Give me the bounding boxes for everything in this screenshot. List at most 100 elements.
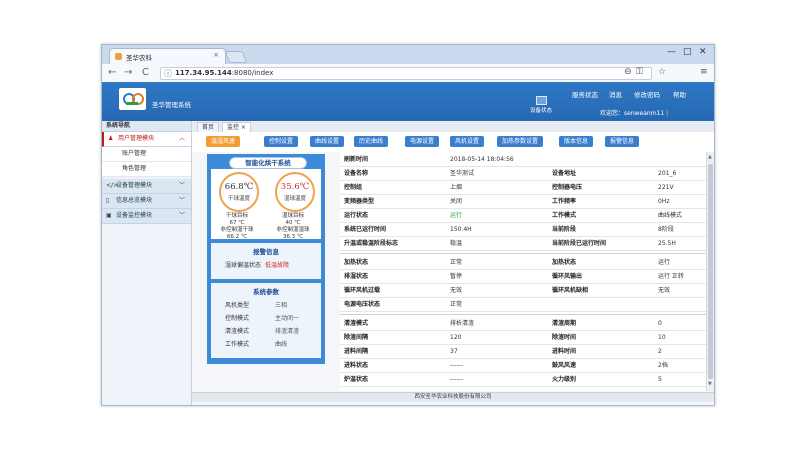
- table-cell-value: 221V: [658, 184, 674, 191]
- system-params-box: 系统参数 风机类型 三相 控制模式 主动闭一 清渣模式 排渣清渣 工作模式 曲线: [211, 283, 321, 358]
- wet-bulb-target-value: 40 ℃: [285, 220, 301, 226]
- sidebar-group-label: 设备管理模块: [116, 182, 153, 189]
- param-key: 控制模式: [225, 315, 250, 322]
- dry-bulb-gauge: 66.8℃ 干球温度: [219, 172, 259, 212]
- browser-tab[interactable]: 圣华农科 ×: [109, 48, 226, 65]
- device-status-button[interactable]: 设备状态: [524, 96, 558, 114]
- header-link-change-password[interactable]: 修改密码: [634, 89, 660, 99]
- scroll-thumb[interactable]: [708, 164, 713, 379]
- close-window-icon[interactable]: ✕: [699, 47, 707, 57]
- table-cell-label: 工作频率: [552, 198, 577, 205]
- params-title: 系统参数: [253, 288, 279, 296]
- dry-bulb-target-value: 67 ℃: [229, 220, 245, 226]
- table-cell-value: 201_6: [658, 170, 677, 177]
- table-cell-label: 系统已运行时间: [344, 226, 387, 233]
- panel-title: 智能化烘干系统: [229, 157, 307, 169]
- table-row: 变频器类型 关闭 工作频率 0Hz: [340, 196, 706, 209]
- reload-icon[interactable]: C: [142, 67, 149, 78]
- logout-separator: |: [666, 110, 669, 117]
- sidebar-group-device-management[interactable]: </>设备管理模块 ﹀: [102, 179, 191, 194]
- main-content: 首页 监控 × 温湿风速 控制设置 曲线设置 历史曲线 电源设置 风机设置 加热…: [192, 121, 714, 405]
- table-cell-value: 正常: [450, 259, 463, 266]
- mobile-icon: ▯: [106, 197, 110, 204]
- toolbar-button-temp-humidity[interactable]: 温湿风速: [206, 136, 241, 147]
- toolbar-button-version-info[interactable]: 版本信息: [559, 136, 594, 147]
- site-info-icon[interactable]: ⓘ: [164, 68, 172, 79]
- header-link-messages[interactable]: 消息: [609, 89, 622, 99]
- welcome-text: 欢迎您：senweanm11 |: [600, 108, 668, 117]
- sidebar-item-role-management[interactable]: 角色管理: [102, 162, 191, 177]
- table-cell-label: 当前阶段已运行时间: [552, 240, 607, 247]
- new-tab-button[interactable]: [224, 51, 248, 63]
- page-footer: 西安圣华农业科技股份有限公司: [192, 392, 714, 402]
- browser-menu-icon[interactable]: ≡: [700, 67, 708, 77]
- table-cell-value: 正常: [450, 301, 463, 308]
- key-icon[interactable]: ⚿: [636, 67, 643, 77]
- table-cell-value: 上烟: [450, 184, 463, 191]
- param-value: 排渣清渣: [275, 328, 300, 335]
- table-cell-label: 控制组: [344, 184, 363, 191]
- toolbar-button-history-curve[interactable]: 历史曲线: [354, 136, 389, 147]
- header-link-help[interactable]: 帮助: [673, 89, 686, 99]
- table-cell-label: 变频器类型: [344, 198, 375, 205]
- chevron-down-icon: ﹀: [178, 197, 185, 204]
- table-row: 刷新时间 2018-05-14 18:04:56: [340, 154, 706, 167]
- table-cell-value: 运行 正转: [658, 273, 684, 280]
- table-cell-value: 0Hz: [658, 198, 670, 205]
- table-cell-label: 除渣间隔: [344, 334, 369, 341]
- table-cell-value: ------: [450, 376, 463, 383]
- dry-bulb-target-label: 干球目标: [225, 213, 248, 219]
- forward-icon[interactable]: →: [124, 67, 132, 78]
- table-cell-label: 控制器电压: [552, 184, 583, 191]
- sidebar-group-info-overview[interactable]: ▯ 信息总览模块 ﹀: [102, 194, 191, 209]
- table-cell-label: 循环风输出: [552, 273, 583, 280]
- wet-bulb-value: 35.6℃: [280, 182, 310, 192]
- maximize-icon[interactable]: □: [683, 47, 692, 57]
- table-cell-value: 运行: [658, 259, 671, 266]
- table-row: 电源电压状态 正常: [340, 299, 706, 312]
- minimize-icon[interactable]: —: [667, 47, 676, 57]
- table-cell-label: 设备名称: [344, 170, 369, 177]
- table-row: 升温或稳温阶段标志 稳温 当前阶段已运行时间 25.5H: [340, 238, 706, 251]
- sidebar-item-account-management[interactable]: 账户管理: [102, 147, 191, 162]
- table-cell-value: 关闭: [450, 198, 463, 205]
- status-table: 刷新时间 2018-05-14 18:04:56 设备名称 圣华测试 设备地址 201_6…: [340, 152, 706, 391]
- table-section-divider: [340, 253, 706, 254]
- back-icon[interactable]: ←: [108, 67, 116, 78]
- table-cell-label: 刷新时间: [344, 156, 369, 163]
- toolbar-button-heating-params[interactable]: 加热参数设置: [497, 136, 544, 147]
- table-cell-value: 稳温: [450, 240, 463, 247]
- chevron-down-icon: ﹀: [178, 182, 185, 189]
- header-link-service-status[interactable]: 服务状态: [572, 89, 598, 99]
- welcome-user: 欢迎您：senweanm11: [600, 110, 665, 117]
- table-cell-value: 曲线模式: [658, 212, 683, 219]
- scroll-down-icon[interactable]: ▼: [708, 381, 712, 387]
- toolbar-button-power-settings[interactable]: 电源设置: [405, 136, 440, 147]
- table-cell-label: 当前阶段: [552, 226, 577, 233]
- dryer-status-panel: 智能化烘干系统 66.8℃ 干球温度 35.6℃ 湿球温度 干球目标 67 ℃ …: [207, 154, 325, 364]
- sidebar-title: 系统导航: [102, 121, 191, 132]
- address-bar[interactable]: ⓘ 117.34.95.144:8080/index: [160, 67, 652, 80]
- sidebar-group-user-management[interactable]: ♟ 用户管理模块 ︿: [102, 132, 191, 147]
- table-cell-value: 10: [658, 334, 666, 341]
- toolbar-button-alarm-info[interactable]: 报警信息: [605, 136, 640, 147]
- sidebar-group-device-monitoring[interactable]: ▣ 设备监控模块 ﹀: [102, 209, 191, 224]
- close-tab-icon[interactable]: ×: [213, 51, 219, 59]
- bookmark-star-icon[interactable]: ☆: [658, 67, 666, 77]
- toolbar-button-curve-settings[interactable]: 曲线设置: [310, 136, 345, 147]
- toolbar-button-control-settings[interactable]: 控制设置: [264, 136, 299, 147]
- zoom-icon[interactable]: ⊖: [624, 67, 632, 77]
- table-cell-label: 进料时间: [552, 348, 577, 355]
- table-cell-label: 清渣周期: [552, 320, 577, 327]
- toolbar-button-fan-settings[interactable]: 风机设置: [450, 136, 485, 147]
- table-scrollbar[interactable]: ▲ ▼: [706, 152, 714, 391]
- alarm-info-box: 报警信息 湿球偏温状态 低温故障: [211, 243, 321, 279]
- sidebar-group-label: 用户管理模块: [118, 135, 155, 142]
- param-key: 工作模式: [225, 341, 250, 348]
- table-cell-label: 炉温状态: [344, 376, 369, 383]
- alarm-title: 报警信息: [253, 248, 279, 256]
- scroll-up-icon[interactable]: ▲: [708, 154, 712, 160]
- table-cell-value: 120: [450, 334, 462, 341]
- table-cell-label: 加热状态: [344, 259, 369, 266]
- table-row: 清渣模式 排析清渣 清渣周期 0: [340, 318, 706, 331]
